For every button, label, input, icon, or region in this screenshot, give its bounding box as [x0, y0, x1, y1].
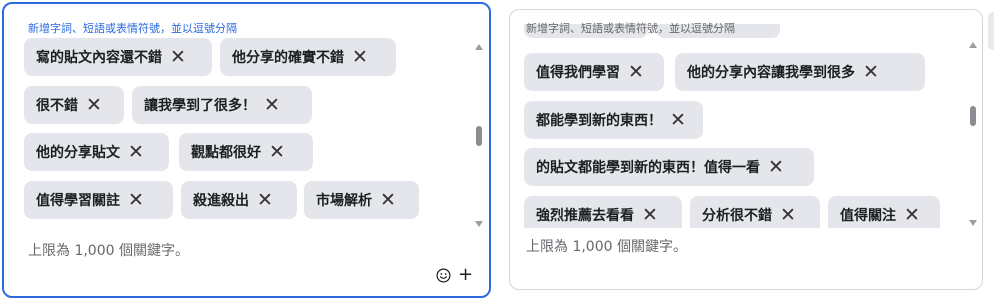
keyword-chip-label: 值得關注 [840, 208, 896, 224]
remove-icon[interactable]: ✕ [352, 47, 368, 67]
keyword-chip-label: 觀點都很好 [191, 145, 261, 161]
remove-icon[interactable]: ✕ [128, 142, 144, 162]
keyword-chip: 值得關注 ✕ [828, 196, 940, 228]
partial-element-edge [988, 12, 994, 50]
keyword-limit-note: 上限為 1,000 個關鍵字。 [28, 243, 189, 259]
scroll-thumb[interactable] [970, 106, 976, 126]
keyword-chip: 他的分享內容讓我學到很多 ✕ [675, 53, 925, 91]
keyword-chip-label: 殺進殺出 [193, 193, 249, 209]
keyword-chip-label: 很不錯 [36, 98, 78, 114]
keyword-chip: 寫的貼文內容還不錯 ✕ [24, 38, 212, 76]
scrollbar[interactable] [472, 38, 486, 229]
keyword-input-focused[interactable]: 新增字詞、短語或表情符號，並以逗號分隔 寫的貼文內容還不錯 ✕ 他分享的確實不錯… [2, 2, 491, 298]
keyword-chip: 值得學習關註 ✕ [24, 181, 173, 219]
keyword-chip-label: 都能學到新的東西！ [536, 113, 662, 129]
remove-icon[interactable]: ✕ [257, 190, 273, 210]
keyword-chip: 很不錯 ✕ [24, 86, 124, 124]
remove-icon[interactable]: ✕ [780, 205, 796, 225]
remove-icon[interactable]: ✕ [128, 190, 144, 210]
keyword-chip-list: 寫的貼文內容還不錯 ✕ 他分享的確實不錯 ✕ 很不錯 ✕ 讓我學到了很多！ ✕ … [24, 38, 464, 229]
keyword-input[interactable]: 值得我們學習 ✕ 他的分享內容讓我學到很多 ✕ 都能學到新的東西！ ✕ 的貼文都… [509, 9, 983, 290]
keyword-chip: 都能學到新的東西！ ✕ [524, 101, 703, 139]
remove-icon[interactable]: ✕ [642, 205, 658, 225]
remove-icon[interactable]: ✕ [264, 95, 280, 115]
keyword-chip-label: 讓我學到了很多！ [144, 98, 256, 114]
scroll-down-icon[interactable] [475, 221, 483, 227]
keyword-chip: 他分享的確實不錯 ✕ [220, 38, 396, 76]
keyword-chip-label: 分析很不錯 [702, 208, 772, 224]
keyword-chip-label: 他的分享貼文 [36, 145, 120, 161]
keyword-hint: 新增字詞、短語或表情符號，並以逗號分隔 [526, 22, 735, 35]
scrollbar[interactable] [966, 36, 980, 228]
keyword-hint: 新增字詞、短語或表情符號，並以逗號分隔 [28, 22, 237, 35]
scroll-up-icon[interactable] [475, 44, 483, 50]
keyword-chip: 讓我學到了很多！ ✕ [132, 86, 312, 124]
keyword-chip-label: 市場解析 [316, 193, 372, 209]
keyword-chip: 分析很不錯 ✕ [690, 196, 820, 228]
keyword-chip: 殺進殺出 ✕ [181, 181, 297, 219]
keyword-chip-label: 他分享的確實不錯 [232, 50, 344, 66]
keyword-chip: 的貼文都能學到新的東西！值得一看 ✕ [524, 148, 814, 186]
keyword-chip-label: 值得學習關註 [36, 193, 120, 209]
keyword-chip-label: 的貼文都能學到新的東西！值得一看 [536, 160, 760, 176]
input-tools: + [436, 266, 473, 284]
keyword-chip: 值得我們學習 ✕ [524, 53, 664, 91]
remove-icon[interactable]: ✕ [904, 205, 920, 225]
keyword-chip: 他的分享貼文 ✕ [24, 133, 169, 171]
keyword-chip-label: 他的分享內容讓我學到很多 [687, 65, 855, 81]
scroll-down-icon[interactable] [969, 220, 977, 226]
keyword-chip-list: 值得我們學習 ✕ 他的分享內容讓我學到很多 ✕ 都能學到新的東西！ ✕ 的貼文都… [524, 24, 954, 228]
keyword-limit-note: 上限為 1,000 個關鍵字。 [526, 239, 687, 255]
remove-icon[interactable]: ✕ [86, 95, 102, 115]
keyword-chip: 市場解析 ✕ [304, 181, 419, 219]
scroll-up-icon[interactable] [969, 42, 977, 48]
keyword-chip-label: 值得我們學習 [536, 65, 620, 81]
keyword-chip: 強烈推薦去看看 ✕ [524, 196, 682, 228]
keyword-chip-label: 強烈推薦去看看 [536, 208, 634, 224]
remove-icon[interactable]: ✕ [170, 47, 186, 67]
remove-icon[interactable]: ✕ [380, 190, 396, 210]
remove-icon[interactable]: ✕ [269, 142, 285, 162]
add-icon[interactable]: + [458, 266, 473, 284]
keyword-chip-label: 寫的貼文內容還不錯 [36, 50, 162, 66]
remove-icon[interactable]: ✕ [628, 62, 644, 82]
remove-icon[interactable]: ✕ [863, 62, 879, 82]
scroll-thumb[interactable] [476, 126, 482, 146]
remove-icon[interactable]: ✕ [768, 157, 784, 177]
keyword-chip: 觀點都很好 ✕ [179, 133, 313, 171]
remove-icon[interactable]: ✕ [670, 110, 686, 130]
emoji-icon[interactable] [436, 268, 451, 283]
